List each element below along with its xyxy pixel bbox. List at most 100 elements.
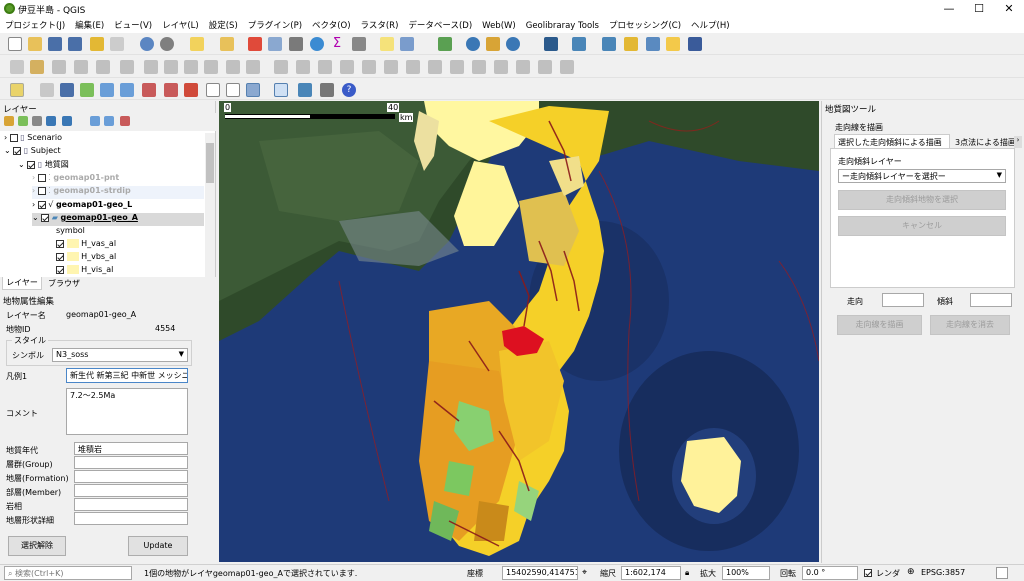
refresh-icon[interactable] [506, 37, 520, 51]
tab-selected-strike-dip[interactable]: 選択した走向傾斜による描画 [834, 134, 950, 148]
digitize-icon[interactable] [10, 60, 24, 74]
legend-checkbox[interactable] [56, 252, 64, 261]
plugin-icon[interactable] [572, 37, 586, 51]
rotate-feature-icon[interactable] [296, 60, 310, 74]
menu-settings[interactable]: 設定(S) [204, 17, 243, 31]
add-point-icon[interactable] [80, 83, 94, 97]
legend-checkbox[interactable] [56, 265, 64, 274]
attr-row-input[interactable] [74, 456, 188, 469]
pan-icon[interactable] [140, 37, 154, 51]
map-canvas[interactable]: 0 40 km [219, 101, 819, 562]
wrench-icon[interactable] [320, 83, 334, 97]
layer-tool-icon[interactable] [40, 83, 54, 97]
attr-row-input[interactable]: 堆積岩 [74, 442, 188, 455]
strike-input[interactable] [882, 293, 924, 307]
menu-plugins[interactable]: プラグイン(P) [243, 17, 307, 31]
triangle-tool-icon[interactable] [438, 37, 452, 51]
symbol-select[interactable]: N3_soss ▼ [52, 348, 188, 362]
draw-strike-line-button[interactable]: 走向線を描画 [837, 315, 922, 335]
layer-tree-item[interactable]: › ⁚ geomap01-strdip [32, 186, 204, 199]
split-features-icon[interactable] [494, 60, 508, 74]
delete-selected-icon[interactable] [144, 60, 158, 74]
cube-tool-icon[interactable] [624, 37, 638, 51]
database-icon[interactable] [298, 83, 312, 97]
menu-edit[interactable]: 編集(E) [70, 17, 109, 31]
layer-tree-item[interactable]: › ⁚ geomap01-pnt [32, 173, 119, 186]
open-attribute-table-icon[interactable] [220, 37, 234, 51]
new-project-icon[interactable] [8, 37, 22, 51]
select-strike-dip-button[interactable]: 走向傾斜地物を選択 [838, 190, 1006, 210]
tab-browser[interactable]: ブラウザ [48, 278, 80, 289]
split-parts-icon[interactable] [516, 60, 530, 74]
dip-input[interactable] [970, 293, 1012, 307]
extents-icon[interactable]: ⌖ [582, 568, 587, 578]
visibility-icon[interactable] [32, 116, 42, 126]
comment-textarea[interactable]: 7.2〜2.5Ma [66, 388, 188, 435]
add-feature-icon[interactable] [74, 60, 88, 74]
document-icon[interactable] [206, 83, 220, 97]
add-line-icon[interactable] [100, 83, 114, 97]
magnify-input[interactable]: 100% [722, 566, 770, 580]
layer-tree-item[interactable]: ⌄ ▯ Subject [4, 146, 61, 159]
legend-item[interactable]: H_vas_al [56, 239, 116, 252]
legend-input[interactable]: 新生代 新第三紀 中新世 メッシニ [66, 368, 188, 383]
filter-icon[interactable] [46, 116, 56, 126]
menu-processing[interactable]: プロセッシング(C) [604, 17, 686, 31]
add-part-icon[interactable] [362, 60, 376, 74]
remove-layer-icon[interactable] [120, 116, 130, 126]
tab-three-point[interactable]: 3点法による描画 [952, 136, 1015, 148]
save-layer-icon[interactable] [60, 83, 74, 97]
layers-scrollbar[interactable] [205, 133, 215, 277]
crs-label[interactable]: EPSG:3857 [921, 568, 965, 577]
menu-layer[interactable]: レイヤ(L) [157, 17, 204, 31]
delete-part-icon[interactable] [428, 60, 442, 74]
cut-icon[interactable] [164, 60, 178, 74]
menu-web[interactable]: Web(W) [477, 19, 521, 31]
save-icon[interactable] [48, 37, 62, 51]
layer-checkbox[interactable] [37, 200, 46, 209]
select-features-icon[interactable] [190, 37, 204, 51]
statistics-icon[interactable] [289, 37, 303, 51]
layout-manager-icon[interactable] [110, 37, 124, 51]
globe-icon[interactable]: ⊕ [907, 567, 915, 577]
tab-scroll-icon[interactable]: › [1014, 136, 1022, 148]
render-checkbox[interactable] [864, 569, 872, 577]
strike-dip-tool-icon[interactable] [274, 83, 288, 97]
remove-icon[interactable] [142, 83, 156, 97]
layer-tree-item-selected[interactable]: ⌄ ▰ geomap01-geo_A [32, 213, 204, 226]
layer-checkbox[interactable] [41, 213, 50, 222]
undo-icon[interactable] [226, 60, 240, 74]
rotation-input[interactable]: 0.0 ° [802, 566, 858, 580]
reshape-icon[interactable] [450, 60, 464, 74]
redo-icon[interactable] [246, 60, 260, 74]
help-circle-icon[interactable]: ? [342, 83, 356, 97]
deselect-icon[interactable] [248, 37, 262, 51]
menu-vector[interactable]: ベクタ(O) [307, 17, 355, 31]
field-calculator-icon[interactable] [268, 37, 282, 51]
cancel-button[interactable]: キャンセル [838, 216, 1006, 236]
update-button[interactable]: Update [128, 536, 188, 556]
scale-select[interactable]: 1:602,174 [621, 566, 681, 580]
globe-tool-icon[interactable] [602, 37, 616, 51]
map-tips-icon[interactable] [380, 37, 394, 51]
attribute-form-icon[interactable] [246, 83, 260, 97]
legend-item[interactable]: H_vbs_al [56, 252, 116, 265]
vertex-tool-icon[interactable] [120, 60, 134, 74]
layer-checkbox[interactable] [37, 173, 46, 182]
zoom-icon[interactable] [160, 37, 174, 51]
layer-checkbox[interactable] [9, 133, 18, 142]
messages-icon[interactable] [996, 567, 1008, 579]
save-edits-icon[interactable] [52, 60, 66, 74]
layer-checkbox[interactable] [27, 160, 36, 169]
coordinate-input[interactable]: 15402590,4147519 [502, 566, 578, 580]
menu-database[interactable]: データベース(D) [403, 17, 477, 31]
edit-tool-icon[interactable] [486, 37, 500, 51]
menu-view[interactable]: ビュー(V) [109, 17, 157, 31]
save-as-icon[interactable] [68, 37, 82, 51]
move-feature-icon[interactable] [96, 60, 110, 74]
vector-tool-icon[interactable] [646, 37, 660, 51]
simplify-icon[interactable] [318, 60, 332, 74]
attr-row-input[interactable] [74, 470, 188, 483]
sum-icon[interactable]: Σ [330, 37, 344, 51]
layer-tree-item[interactable]: › ▯ Scenario [4, 133, 62, 146]
